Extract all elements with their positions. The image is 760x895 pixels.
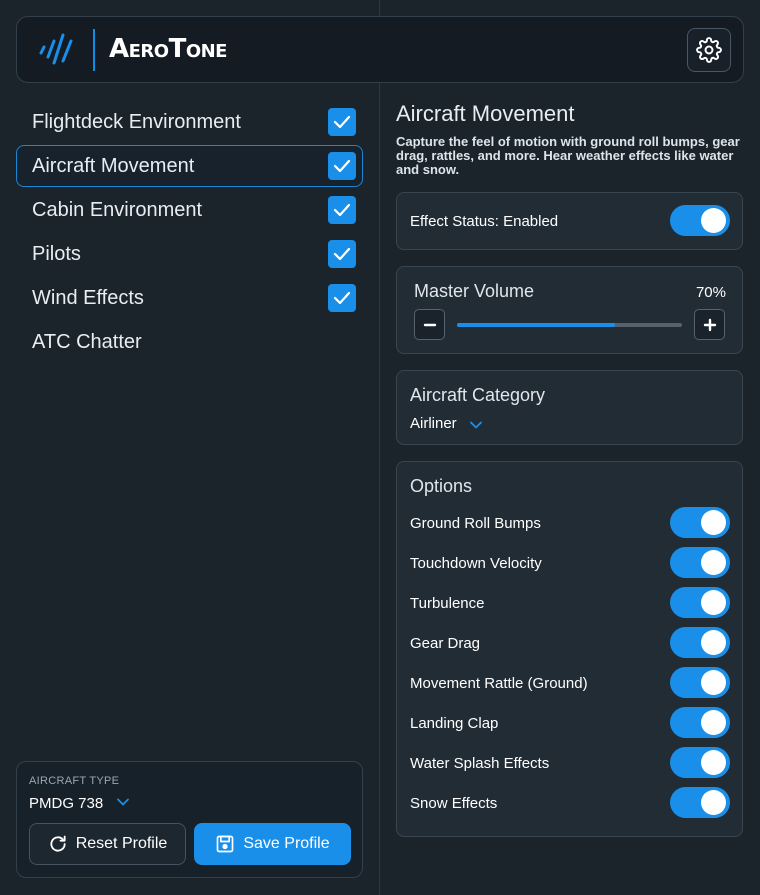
- save-profile-label: Save Profile: [243, 835, 330, 852]
- options-card: Options Ground Roll Bumps Touchdown Velo…: [396, 461, 743, 837]
- app-header: AeroTone: [16, 16, 744, 83]
- column-divider: [379, 0, 380, 895]
- logo-wave-icon: [39, 33, 73, 65]
- master-volume-card: Master Volume 70%: [396, 266, 743, 354]
- option-touchdown-velocity: Touchdown Velocity: [397, 544, 744, 584]
- aircraft-category-select[interactable]: Airliner: [410, 415, 457, 432]
- aircraft-category-label: Aircraft Category: [410, 385, 546, 405]
- effect-status-card: Effect Status: Enabled: [396, 192, 743, 250]
- option-ground-roll-bumps: Ground Roll Bumps: [397, 504, 744, 544]
- option-turbulence: Turbulence: [397, 584, 744, 624]
- section-description: Capture the feel of motion with ground r…: [396, 134, 740, 177]
- plus-icon: [703, 318, 716, 331]
- effect-status-toggle[interactable]: [670, 205, 730, 236]
- master-volume-slider[interactable]: [457, 323, 682, 327]
- sidebar-checkbox[interactable]: [328, 284, 356, 312]
- settings-button[interactable]: [687, 28, 731, 72]
- sidebar-checkbox[interactable]: [328, 240, 356, 268]
- option-toggle[interactable]: [670, 507, 730, 538]
- check-icon: [333, 159, 351, 173]
- option-movement-rattle-ground: Movement Rattle (Ground): [397, 664, 744, 704]
- save-profile-button[interactable]: Save Profile: [194, 823, 351, 865]
- sidebar-checkbox[interactable]: [328, 108, 356, 136]
- option-label: Water Splash Effects: [410, 755, 550, 772]
- master-volume-value: 70%: [695, 284, 726, 301]
- gear-icon: [696, 37, 722, 63]
- check-icon: [333, 203, 351, 217]
- sidebar-item-label: Pilots: [32, 243, 81, 265]
- check-icon: [333, 115, 351, 129]
- option-label: Landing Clap: [410, 715, 499, 732]
- option-gear-drag: Gear Drag: [397, 624, 744, 664]
- option-toggle[interactable]: [670, 787, 730, 818]
- option-label: Ground Roll Bumps: [410, 515, 541, 532]
- option-label: Gear Drag: [410, 635, 481, 652]
- volume-increase-button[interactable]: [694, 309, 725, 340]
- sidebar-item-label: Aircraft Movement: [32, 155, 195, 177]
- chevron-down-icon[interactable]: [117, 798, 129, 806]
- sidebar-item-cabin-environment[interactable]: Cabin Environment: [16, 189, 363, 231]
- sidebar-item-label: Flightdeck Environment: [32, 111, 241, 133]
- minus-icon: [423, 323, 436, 326]
- master-volume-label: Master Volume: [414, 281, 535, 301]
- logo-separator: [93, 29, 95, 71]
- effect-status-label: Effect Status: Enabled: [410, 213, 559, 230]
- profile-panel: AIRCRAFT TYPE PMDG 738 Reset Profile Sav…: [16, 761, 363, 878]
- save-icon: [217, 835, 234, 853]
- section-title: Aircraft Movement: [396, 101, 575, 126]
- sidebar-checkbox[interactable]: [328, 196, 356, 224]
- master-volume-slider-fill: [457, 323, 615, 327]
- option-toggle[interactable]: [670, 747, 730, 778]
- option-label: Snow Effects: [410, 795, 498, 812]
- option-label: Turbulence: [410, 595, 485, 612]
- option-label: Touchdown Velocity: [410, 555, 542, 572]
- sidebar-item-flightdeck-environment[interactable]: Flightdeck Environment: [16, 101, 363, 143]
- option-water-splash-effects: Water Splash Effects: [397, 744, 744, 784]
- refresh-icon: [50, 835, 66, 852]
- option-toggle[interactable]: [670, 627, 730, 658]
- option-toggle[interactable]: [670, 707, 730, 738]
- reset-profile-button[interactable]: Reset Profile: [29, 823, 186, 865]
- aircraft-type-label: AIRCRAFT TYPE: [29, 775, 120, 787]
- sidebar-item-label: ATC Chatter: [32, 331, 142, 353]
- option-toggle[interactable]: [670, 587, 730, 618]
- sidebar-item-pilots[interactable]: Pilots: [16, 233, 363, 275]
- app-logo-text: AeroTone: [109, 34, 227, 64]
- check-icon: [333, 247, 351, 261]
- sidebar-checkbox[interactable]: [328, 152, 356, 180]
- sidebar-item-atc-chatter[interactable]: ATC Chatter: [16, 321, 363, 363]
- sidebar-item-label: Wind Effects: [32, 287, 144, 309]
- sidebar-item-wind-effects[interactable]: Wind Effects: [16, 277, 363, 319]
- check-icon: [333, 291, 351, 305]
- option-label: Movement Rattle (Ground): [410, 675, 588, 692]
- volume-decrease-button[interactable]: [414, 309, 445, 340]
- sidebar-item-label: Cabin Environment: [32, 199, 203, 221]
- option-toggle[interactable]: [670, 547, 730, 578]
- aircraft-category-card: Aircraft Category Airliner: [396, 370, 743, 445]
- reset-profile-label: Reset Profile: [75, 835, 168, 852]
- option-landing-clap: Landing Clap: [397, 704, 744, 744]
- option-snow-effects: Snow Effects: [397, 784, 744, 824]
- options-title: Options: [410, 476, 473, 496]
- option-toggle[interactable]: [670, 667, 730, 698]
- aircraft-type-select[interactable]: PMDG 738: [29, 795, 103, 812]
- chevron-down-icon[interactable]: [470, 421, 482, 429]
- sidebar-item-aircraft-movement[interactable]: Aircraft Movement: [16, 145, 363, 187]
